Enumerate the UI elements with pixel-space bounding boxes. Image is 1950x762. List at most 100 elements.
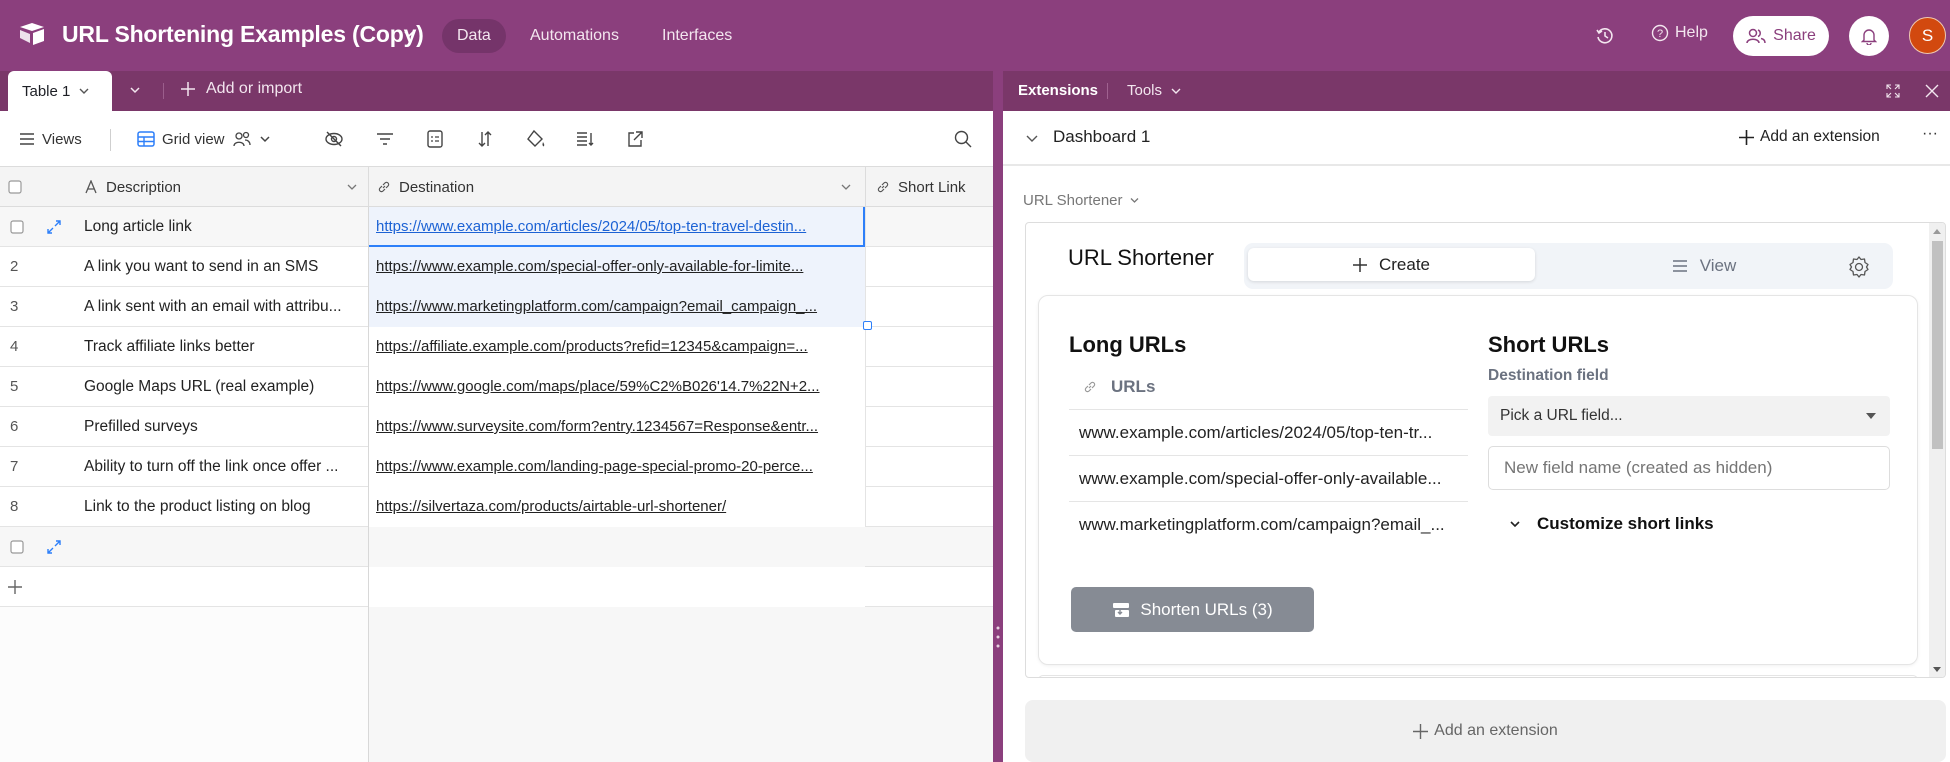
panel-resize-handle[interactable] xyxy=(993,71,1003,762)
more-options-icon[interactable]: ··· xyxy=(1922,125,1938,143)
destination-link[interactable]: https://www.marketingplatform.com/campai… xyxy=(376,287,856,327)
add-or-import-button[interactable]: Add or import xyxy=(180,80,302,98)
add-row-button[interactable] xyxy=(0,567,993,607)
collapse-chevron-icon[interactable] xyxy=(1025,133,1039,145)
grid-view-switcher[interactable]: Grid view xyxy=(137,111,271,167)
table-row[interactable]: 8 Link to the product listing on blog ht… xyxy=(0,487,993,527)
filter-icon[interactable] xyxy=(375,129,395,149)
destination-cell[interactable]: https://www.example.com/landing-page-spe… xyxy=(368,447,865,487)
description-cell[interactable]: Link to the product listing on blog xyxy=(84,487,360,527)
short-link-cell[interactable] xyxy=(865,327,993,367)
history-icon[interactable] xyxy=(1595,26,1615,46)
expand-record-icon[interactable] xyxy=(46,219,62,235)
short-link-cell[interactable] xyxy=(865,487,993,527)
sort-icon[interactable] xyxy=(475,129,495,149)
description-cell[interactable]: Ability to turn off the link once offer … xyxy=(84,447,360,487)
destination-cell[interactable]: https://affiliate.example.com/products?r… xyxy=(368,327,865,367)
extensions-tab[interactable]: Extensions xyxy=(1018,82,1098,99)
nav-tab-data[interactable]: Data xyxy=(442,19,506,53)
column-header-short-link[interactable]: Short Link xyxy=(865,167,966,207)
expand-icon[interactable] xyxy=(1886,84,1900,98)
select-all-checkbox[interactable] xyxy=(8,167,22,207)
tab-table-1[interactable]: Table 1 xyxy=(8,71,112,111)
new-field-name-input[interactable] xyxy=(1488,446,1890,490)
table-row[interactable]: 5 Google Maps URL (real example) https:/… xyxy=(0,367,993,407)
destination-link[interactable]: https://www.example.com/landing-page-spe… xyxy=(376,447,856,487)
add-extension-placeholder[interactable]: Add an extension xyxy=(1025,700,1946,762)
user-avatar[interactable]: S xyxy=(1909,17,1946,54)
destination-field-select[interactable]: Pick a URL field... xyxy=(1488,396,1890,436)
table-row[interactable]: 6 Prefilled surveys https://www.surveysi… xyxy=(0,407,993,447)
description-cell[interactable]: Google Maps URL (real example) xyxy=(84,367,360,407)
description-cell[interactable]: A link sent with an email with attribu..… xyxy=(84,287,360,327)
nav-tab-automations[interactable]: Automations xyxy=(515,19,634,53)
fill-handle[interactable] xyxy=(863,321,872,330)
expand-record-icon[interactable] xyxy=(46,539,62,555)
short-link-cell[interactable] xyxy=(865,247,993,287)
dashboard-title[interactable]: Dashboard 1 xyxy=(1053,127,1150,147)
gear-icon[interactable] xyxy=(1847,255,1871,279)
scrollbar[interactable] xyxy=(1929,223,1945,677)
scrollbar-thumb[interactable] xyxy=(1932,241,1943,449)
table-row[interactable]: 4 Track affiliate links better https://a… xyxy=(0,327,993,367)
description-cell[interactable]: Prefilled surveys xyxy=(84,407,360,447)
help-button[interactable]: ? Help xyxy=(1651,24,1708,42)
nav-tab-interfaces[interactable]: Interfaces xyxy=(647,19,747,53)
row-checkbox[interactable] xyxy=(10,527,24,567)
tools-menu[interactable]: Tools xyxy=(1127,82,1182,99)
chevron-down-icon[interactable] xyxy=(78,85,90,97)
table-row[interactable]: Long article link https://www.example.co… xyxy=(0,207,993,247)
shorten-urls-button[interactable]: Shorten URLs (3) xyxy=(1071,587,1314,632)
share-view-icon[interactable] xyxy=(625,129,645,149)
destination-cell[interactable]: https://www.google.com/maps/place/59%C2%… xyxy=(368,367,865,407)
chevron-down-icon[interactable] xyxy=(259,133,271,145)
view-tab[interactable]: View xyxy=(1624,248,1784,284)
close-icon[interactable] xyxy=(1925,84,1939,98)
chevron-down-icon[interactable] xyxy=(346,167,358,207)
destination-link[interactable]: https://www.surveysite.com/form?entry.12… xyxy=(376,407,856,447)
table-row[interactable]: 2 A link you want to send in an SMS http… xyxy=(0,247,993,287)
destination-link[interactable]: https://www.example.com/articles/2024/05… xyxy=(376,207,856,247)
destination-cell[interactable]: https://www.example.com/special-offer-on… xyxy=(368,247,865,287)
extension-name-menu[interactable]: URL Shortener xyxy=(1023,192,1140,209)
destination-link[interactable]: https://www.google.com/maps/place/59%C2%… xyxy=(376,367,856,407)
short-link-cell[interactable] xyxy=(865,367,993,407)
destination-link[interactable]: https://www.example.com/special-offer-on… xyxy=(376,247,856,287)
destination-cell[interactable]: https://www.marketingplatform.com/campai… xyxy=(368,287,865,327)
description-cell[interactable]: A link you want to send in an SMS xyxy=(84,247,360,287)
search-icon[interactable] xyxy=(953,129,973,149)
add-extension-button[interactable]: Add an extension xyxy=(1739,128,1880,146)
column-header-description[interactable]: Description xyxy=(84,167,181,207)
destination-link[interactable]: https://affiliate.example.com/products?r… xyxy=(376,327,856,367)
group-icon[interactable] xyxy=(425,129,445,149)
chevron-down-icon[interactable] xyxy=(840,167,852,207)
column-header-destination[interactable]: Destination xyxy=(368,167,474,207)
chevron-down-icon[interactable] xyxy=(402,27,416,41)
share-button[interactable]: Share xyxy=(1733,16,1829,56)
airtable-logo-icon[interactable] xyxy=(18,22,46,46)
destination-cell[interactable]: https://www.example.com/articles/2024/05… xyxy=(368,207,865,247)
destination-cell[interactable]: https://silvertaza.com/products/airtable… xyxy=(368,487,865,527)
views-button[interactable]: Views xyxy=(19,111,82,167)
table-row[interactable]: 3 A link sent with an email with attribu… xyxy=(0,287,993,327)
hide-fields-icon[interactable] xyxy=(324,129,344,149)
notifications-button[interactable] xyxy=(1849,16,1889,56)
create-tab[interactable]: Create xyxy=(1248,248,1535,281)
destination-cell[interactable]: https://www.surveysite.com/form?entry.12… xyxy=(368,407,865,447)
row-height-icon[interactable] xyxy=(575,129,595,149)
short-link-cell[interactable] xyxy=(865,407,993,447)
description-cell[interactable]: Track affiliate links better xyxy=(84,327,360,367)
destination-cell[interactable] xyxy=(368,527,865,567)
empty-row[interactable] xyxy=(0,527,993,567)
description-cell[interactable]: Long article link xyxy=(84,207,360,247)
short-link-cell[interactable] xyxy=(865,207,993,247)
destination-link[interactable]: https://silvertaza.com/products/airtable… xyxy=(376,487,856,527)
row-checkbox[interactable] xyxy=(10,207,24,247)
color-icon[interactable] xyxy=(525,129,547,149)
short-link-cell[interactable] xyxy=(865,287,993,327)
base-title[interactable]: URL Shortening Examples (Copy) xyxy=(62,21,424,48)
customize-short-links-toggle[interactable]: Customize short links xyxy=(1509,514,1714,534)
all-tables-chevron-icon[interactable] xyxy=(128,83,142,97)
short-link-cell[interactable] xyxy=(865,447,993,487)
table-row[interactable]: 7 Ability to turn off the link once offe… xyxy=(0,447,993,487)
